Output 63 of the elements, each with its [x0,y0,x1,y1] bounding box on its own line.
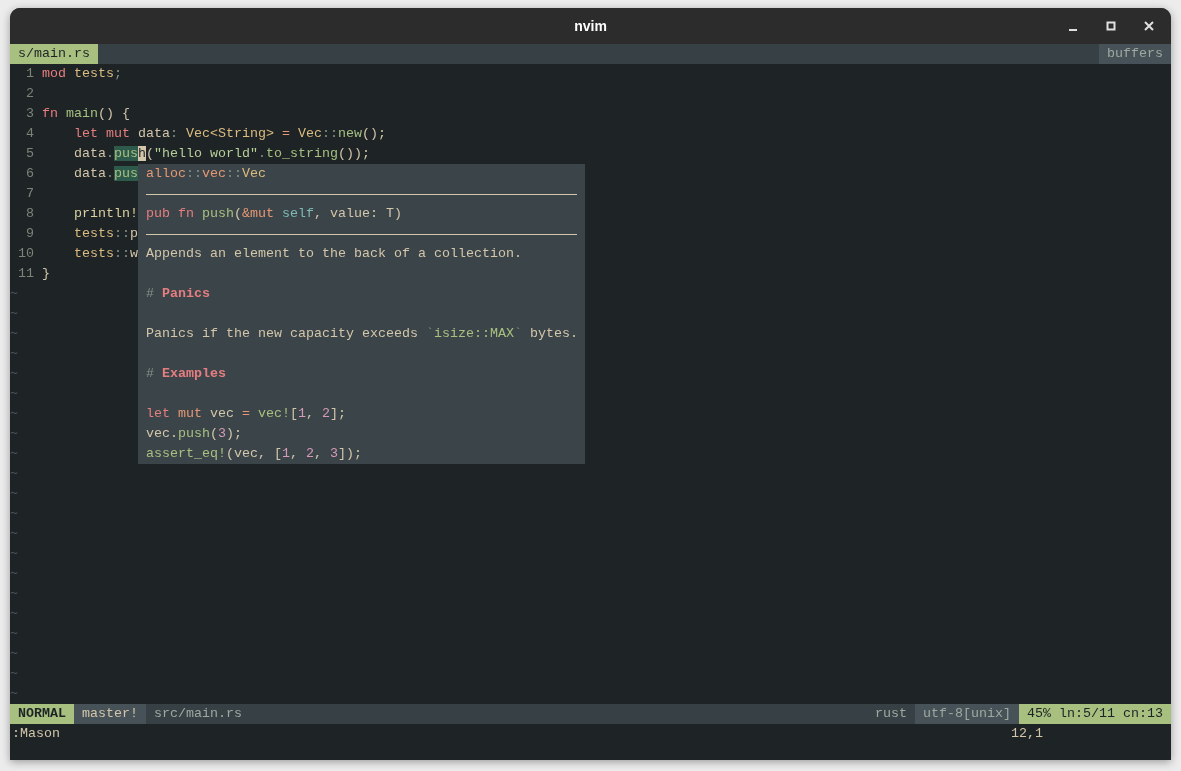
filler-tilde: ~ [10,505,18,523]
doc-line: alloc::vec::Vec [146,165,266,183]
filler-tilde: ~ [10,605,18,623]
line-number: 9 [25,225,34,243]
filler-tilde: ~ [10,465,18,483]
filler-tilde: ~ [10,485,18,503]
doc-line: vec.push(3); [146,425,242,443]
doc-line: Appends an element to the back of a collection. [146,245,522,263]
line-number: 2 [25,85,34,103]
code-line: data.push("hello world".to_string()); [73,145,370,163]
line-number: 8 [25,205,34,223]
file-type: rust [874,705,909,723]
doc-line: Panics if the new capacity exceeds `isize::MAX` bytes. [146,325,578,343]
line-number: 1 [25,65,34,83]
filler-tilde: ~ [10,585,18,603]
filler-tilde: ~ [10,425,18,443]
filler-tilde: ~ [10,625,18,643]
buffers-label: buffers [1099,44,1171,64]
doc-line: assert_eq!(vec, [1, 2, 3]); [146,445,362,463]
file-encoding: utf-8[unix] [915,704,1019,724]
mode-indicator: NORMAL [10,704,74,724]
cursor-position: 45% ln:5/11 cn:13 [1019,704,1171,724]
filler-tilde: ~ [10,685,18,703]
line-number: 7 [25,185,34,203]
code-line: fn main() { [42,105,130,123]
code-line: } [42,265,50,283]
filler-tilde: ~ [10,385,18,403]
code-line: mod tests; [42,65,122,83]
code-line: let mut data: Vec<String> = Vec::new(); [73,125,386,143]
file-path: src/main.rs [153,705,243,723]
filler-tilde: ~ [10,545,18,563]
filler-tilde: ~ [10,285,18,303]
line-number: 11 [17,265,34,283]
ruler: 12,1 [1011,725,1043,743]
line-number: 10 [17,245,34,263]
code-line: tests::w [73,245,138,263]
filler-tilde: ~ [10,645,18,663]
filler-tilde: ~ [10,565,18,583]
code-line: tests::p [73,225,138,243]
maximize-icon[interactable] [1106,21,1116,31]
doc-line: # Panics [146,285,210,303]
filler-tilde: ~ [10,365,18,383]
filler-tilde: ~ [10,405,18,423]
doc-line: pub fn push(&mut self, value: T) [146,205,402,223]
line-number: 4 [25,125,34,143]
line-number: 6 [25,165,34,183]
doc-line: # Examples [146,365,226,383]
git-branch: master! [74,704,146,724]
line-number: 5 [25,145,34,163]
command-text: :Mason [12,725,60,743]
line-number: 3 [25,105,34,123]
filler-tilde: ~ [10,525,18,543]
code-line: println! [73,205,138,223]
filler-tilde: ~ [10,305,18,323]
window-title: nvim [574,16,607,36]
buffer-tab[interactable]: s/main.rs [10,44,98,64]
code-line: data.pus [73,165,138,183]
filler-tilde: ~ [10,665,18,683]
filler-tilde: ~ [10,445,18,463]
filler-tilde: ~ [10,345,18,363]
filler-tilde: ~ [10,325,18,343]
close-icon[interactable] [1144,21,1154,31]
doc-line: let mut vec = vec![1, 2]; [146,405,346,423]
